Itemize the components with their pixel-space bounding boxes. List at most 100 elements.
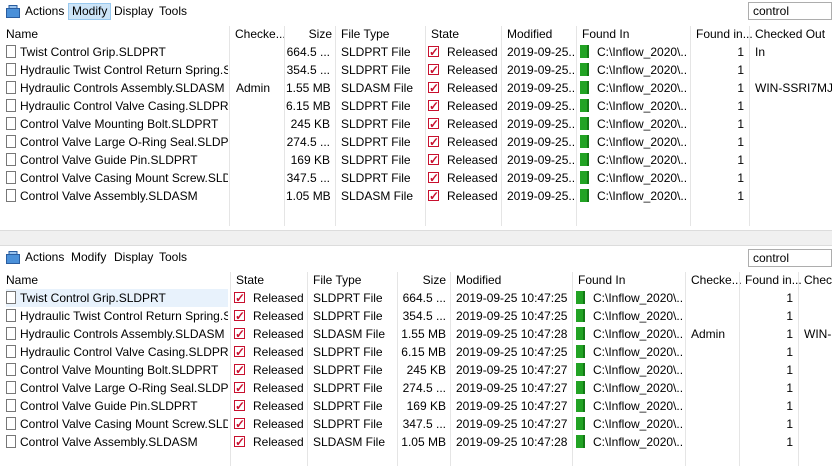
col-header-name[interactable]: Name (6, 271, 38, 289)
table-row[interactable]: Twist Control Grip.SLDPRT Released SLDPRT … (0, 289, 832, 307)
vault-folder-icon (576, 345, 585, 358)
col-header-found-in[interactable]: Found In (582, 25, 629, 43)
table-row[interactable]: Hydraulic Controls Assembly.SLDASM Releas… (0, 325, 832, 343)
file-name: Hydraulic Twist Control Return Spring.SL… (20, 309, 228, 323)
modified-date: 2019-09-25... (507, 171, 575, 185)
state-label: Released (253, 435, 304, 449)
found-in-cell: C:\Inflow_2020\... (580, 169, 688, 187)
table-row[interactable]: Control Valve Mounting Bolt.SLDPRT 245 KB… (0, 115, 832, 133)
col-header-file-type[interactable]: File Type (313, 271, 361, 289)
menu-tools[interactable]: Tools (156, 249, 190, 266)
checked-out-in (755, 151, 832, 169)
state-label: Released (253, 381, 304, 395)
table-row[interactable]: Twist Control Grip.SLDPRT 664.5 ... SLDPRT… (0, 43, 832, 61)
modified-date: 2019-09-25... (507, 99, 575, 113)
document-icon (6, 99, 16, 112)
checked-out-by (236, 187, 284, 205)
table-row[interactable]: Control Valve Large O-Ring Seal.SLDPRT Re… (0, 379, 832, 397)
col-header-found-count[interactable]: Found in... (745, 271, 802, 289)
search-input[interactable] (748, 249, 832, 267)
document-icon (6, 45, 16, 58)
table-row[interactable]: Control Valve Assembly.SLDASM Released SLD… (0, 433, 832, 451)
file-type: SLDASM File (341, 81, 414, 95)
col-header-state[interactable]: State (236, 271, 264, 289)
found-in-cell: C:\Inflow_2020\... (576, 325, 684, 343)
col-header-size[interactable]: Size (290, 25, 332, 43)
table-row[interactable]: Control Valve Casing Mount Screw.SLDP...… (0, 415, 832, 433)
vault-folder-icon (576, 381, 585, 394)
file-name-cell: Hydraulic Control Valve Casing.SLDPRT (6, 97, 228, 115)
checked-out-by: Admin (236, 81, 271, 95)
menu-actions[interactable]: Actions (22, 249, 67, 266)
modified-date: 2019-09-25 10:47:27 (456, 363, 568, 377)
red-check-icon (234, 433, 245, 451)
menu-modify[interactable]: Modify (68, 3, 112, 20)
col-header-found-in[interactable]: Found In (578, 271, 625, 289)
file-type: SLDPRT File (341, 117, 411, 131)
menu-display[interactable]: Display (111, 249, 156, 266)
table-row[interactable]: Hydraulic Twist Control Return Spring.SL… (0, 61, 832, 79)
file-name-cell: Hydraulic Control Valve Casing.SLDPRT (6, 343, 228, 361)
table-row[interactable]: Control Valve Large O-Ring Seal.SLDPRT 27… (0, 133, 832, 151)
checked-out-by (236, 169, 284, 187)
file-size: 1.55 MB (286, 81, 330, 95)
file-type: SLDPRT File (313, 417, 383, 431)
table-row[interactable]: Control Valve Assembly.SLDASM 1.05 MB SLDA… (0, 187, 832, 205)
found-in-cell: C:\Inflow_2020\... (580, 79, 688, 97)
table-row[interactable]: Hydraulic Twist Control Return Spring.SL… (0, 307, 832, 325)
red-check-icon (428, 61, 439, 79)
file-size: 347.5 ... (402, 417, 446, 431)
document-icon (6, 363, 16, 376)
table-row[interactable]: Control Valve Guide Pin.SLDPRT Released SL… (0, 397, 832, 415)
found-in-cell: C:\Inflow_2020\... (576, 397, 684, 415)
found-count: 1 (786, 381, 793, 395)
col-header-checked-out-by[interactable]: Checke... (235, 25, 286, 43)
col-header-file-type[interactable]: File Type (341, 25, 389, 43)
red-check-icon (428, 151, 439, 169)
table-row[interactable]: Hydraulic Control Valve Casing.SLDPRT 6.1… (0, 97, 832, 115)
state-cell: Released (428, 115, 500, 133)
red-check-icon (234, 379, 245, 397)
red-check-icon (428, 187, 439, 205)
col-header-checked-out-by[interactable]: Checke... (691, 271, 742, 289)
file-name: Control Valve Guide Pin.SLDPRT (20, 153, 198, 167)
menu-tools[interactable]: Tools (156, 3, 190, 20)
table-row[interactable]: Control Valve Guide Pin.SLDPRT 169 KB SLDP… (0, 151, 832, 169)
modified-date: 2019-09-25 10:47:27 (456, 381, 568, 395)
file-name-cell: Control Valve Guide Pin.SLDPRT (6, 397, 228, 415)
file-name-cell: Control Valve Guide Pin.SLDPRT (6, 151, 228, 169)
menu-actions[interactable]: Actions (22, 3, 67, 20)
pane-splitter[interactable] (0, 230, 832, 246)
col-header-found-count[interactable]: Found in... (696, 25, 753, 43)
col-header-modified[interactable]: Modified (456, 271, 501, 289)
vault-folder-icon (580, 45, 589, 58)
file-name-cell: Control Valve Casing Mount Screw.SLDP... (6, 415, 228, 433)
file-name: Control Valve Large O-Ring Seal.SLDPRT (20, 135, 228, 149)
red-check-icon (234, 397, 245, 415)
table-row[interactable]: Hydraulic Controls Assembly.SLDASM Admin 1… (0, 79, 832, 97)
red-check-icon (428, 43, 439, 61)
table-row[interactable]: Control Valve Casing Mount Screw.SLDP...… (0, 169, 832, 187)
checked-out-in (804, 415, 832, 433)
table-row[interactable]: Hydraulic Control Valve Casing.SLDPRT Rel… (0, 343, 832, 361)
col-header-checked-out-in[interactable]: Checked Out In (755, 25, 832, 59)
file-name: Hydraulic Twist Control Return Spring.SL… (20, 63, 228, 77)
col-header-state[interactable]: State (431, 25, 459, 43)
col-header-modified[interactable]: Modified (507, 25, 552, 43)
search-input[interactable] (748, 2, 832, 20)
checked-out-in (755, 61, 832, 79)
col-header-size[interactable]: Size (400, 271, 446, 289)
menu-display[interactable]: Display (111, 3, 156, 20)
col-header-checked-out-in[interactable]: Check (804, 271, 832, 289)
col-header-name[interactable]: Name (6, 25, 38, 43)
file-name: Hydraulic Controls Assembly.SLDASM (20, 327, 225, 341)
found-in-path: C:\Inflow_2020\... (597, 99, 688, 113)
table-row[interactable]: Control Valve Mounting Bolt.SLDPRT Releas… (0, 361, 832, 379)
modified-date: 2019-09-25 10:47:25 (456, 309, 568, 323)
modified-date: 2019-09-25... (507, 189, 575, 203)
state-label: Released (253, 327, 304, 341)
vault-folder-icon (576, 309, 585, 322)
vault-folder-icon (580, 171, 589, 184)
vault-folder-icon (580, 117, 589, 130)
menu-modify[interactable]: Modify (68, 249, 109, 266)
